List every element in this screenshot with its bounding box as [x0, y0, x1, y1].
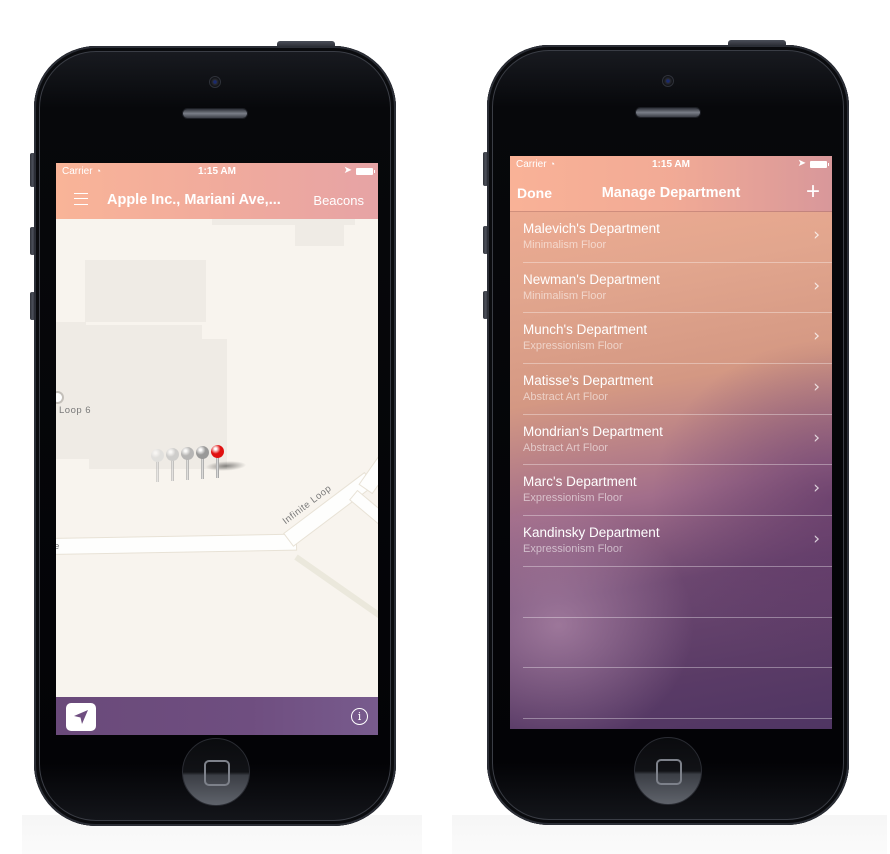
chevron-right-icon: ›: [813, 427, 820, 448]
chevron-right-icon: ›: [813, 529, 820, 550]
department-row[interactable]: Munch's Department Expressionism Floor ›: [523, 313, 832, 365]
done-button[interactable]: Done: [517, 185, 552, 201]
active-beacon-pin[interactable]: [211, 445, 225, 485]
department-row[interactable]: Malevich's Department Minimalism Floor ›: [523, 212, 832, 263]
status-time: 1:15 AM: [652, 159, 690, 170]
pin-head-icon: [211, 445, 224, 458]
right-screen: Carrier ◔ 1:15 AM ➤ Manage Department Don…: [510, 156, 832, 729]
right-phone-frame: Carrier ◔ 1:15 AM ➤ Manage Department Don…: [487, 45, 849, 825]
department-name: Mondrian's Department: [523, 423, 663, 439]
navigation-bar: Carrier ◔ 1:15 AM ➤ Manage Department Don…: [510, 156, 832, 212]
department-row[interactable]: Marc's Department Expressionism Floor ›: [523, 465, 832, 517]
left-phone-frame: Carrier ◔ 1:15 AM ➤ Apple Inc., Mariani A…: [34, 46, 396, 826]
info-icon: i: [357, 710, 362, 723]
department-name: Matisse's Department: [523, 373, 654, 389]
department-floor: Expressionism Floor: [523, 543, 623, 556]
page-title: Manage Department: [601, 185, 741, 201]
info-button[interactable]: i: [351, 708, 368, 725]
location-services-icon: ➤: [797, 158, 806, 169]
department-floor: Abstract Art Floor: [523, 441, 608, 454]
beacon-pin[interactable]: [151, 449, 165, 489]
building-block: [295, 225, 344, 246]
department-name: Marc's Department: [523, 474, 637, 490]
page-title: Apple Inc., Mariani Ave,...: [107, 192, 281, 208]
chevron-right-icon: ›: [813, 326, 820, 347]
battery-icon: [810, 161, 829, 168]
home-square-icon: [656, 759, 682, 785]
battery-icon: [356, 168, 375, 175]
chevron-right-icon: ›: [813, 478, 820, 499]
add-department-button[interactable]: +: [806, 180, 820, 204]
beacons-button[interactable]: Beacons: [313, 193, 364, 208]
pin-stem: [216, 457, 219, 478]
map-view[interactable]: Loop 6 Infinite Loop e: [56, 219, 378, 697]
home-button[interactable]: [182, 738, 250, 806]
front-camera: [662, 75, 674, 87]
pin-head-icon: [181, 447, 194, 460]
pin-head-icon: [151, 449, 164, 462]
front-camera: [209, 76, 221, 88]
pin-stem: [156, 461, 159, 482]
road-minor: [294, 554, 378, 623]
beacon-pin[interactable]: [196, 446, 210, 486]
department-row[interactable]: Mondrian's Department Abstract Art Floor ›: [523, 415, 832, 466]
department-row[interactable]: Newman's Department Minimalism Floor ›: [523, 263, 832, 314]
road-label-partial: e: [56, 541, 60, 552]
location-services-icon: ➤: [343, 165, 352, 176]
department-floor: Abstract Art Floor: [523, 391, 608, 404]
department-row[interactable]: Matisse's Department Abstract Art Floor ›: [523, 364, 832, 415]
department-floor: Minimalism Floor: [523, 239, 607, 251]
chevron-right-icon: ›: [813, 225, 820, 245]
department-floor: Expressionism Floor: [523, 340, 623, 353]
building-block: [56, 322, 86, 325]
left-screen: Carrier ◔ 1:15 AM ➤ Apple Inc., Mariani A…: [56, 163, 378, 735]
bottom-toolbar: i: [56, 697, 378, 735]
chevron-right-icon: ›: [813, 377, 820, 398]
pin-stem: [201, 458, 204, 479]
hamburger-icon[interactable]: [74, 193, 88, 205]
department-name: Kandinsky Department: [523, 525, 660, 541]
empty-row: [523, 668, 832, 719]
location-arrow-icon: [74, 710, 88, 724]
empty-row: [523, 618, 832, 669]
department-name: Munch's Department: [523, 322, 648, 338]
beacon-pin[interactable]: [181, 447, 195, 487]
navigation-bar: Apple Inc., Mariani Ave,... Beacons: [56, 181, 378, 219]
department-name: Malevich's Department: [523, 221, 660, 236]
beacon-pin[interactable]: [166, 448, 180, 488]
road-horizontal: [56, 534, 297, 554]
department-floor: Expressionism Floor: [523, 492, 623, 505]
earpiece-speaker: [182, 108, 248, 119]
department-name: Newman's Department: [523, 271, 660, 287]
road-branch: [350, 491, 378, 526]
building-block: [56, 459, 89, 469]
department-list: Malevich's Department Minimalism Floor › Ne…: [510, 212, 832, 719]
home-button[interactable]: [634, 737, 702, 805]
department-floor: Minimalism Floor: [523, 289, 607, 302]
locate-me-button[interactable]: [66, 703, 96, 731]
road-curve: [359, 435, 378, 493]
earpiece-speaker: [635, 107, 701, 118]
status-time: 1:15 AM: [198, 166, 236, 177]
chevron-right-icon: ›: [813, 275, 820, 296]
pin-head-icon: [166, 448, 179, 461]
status-bar: Carrier ◔ 1:15 AM ➤: [56, 163, 378, 181]
poi-label: Loop 6: [59, 405, 92, 416]
empty-row: [523, 567, 832, 618]
building-block: [85, 260, 206, 322]
home-square-icon: [204, 760, 230, 786]
pin-stem: [171, 460, 174, 481]
pin-stem: [186, 459, 189, 480]
pin-head-icon: [196, 446, 209, 459]
status-bar: Carrier ◔ 1:15 AM ➤: [510, 156, 832, 174]
department-row[interactable]: Kandinsky Department Expressionism Floor ›: [523, 516, 832, 567]
